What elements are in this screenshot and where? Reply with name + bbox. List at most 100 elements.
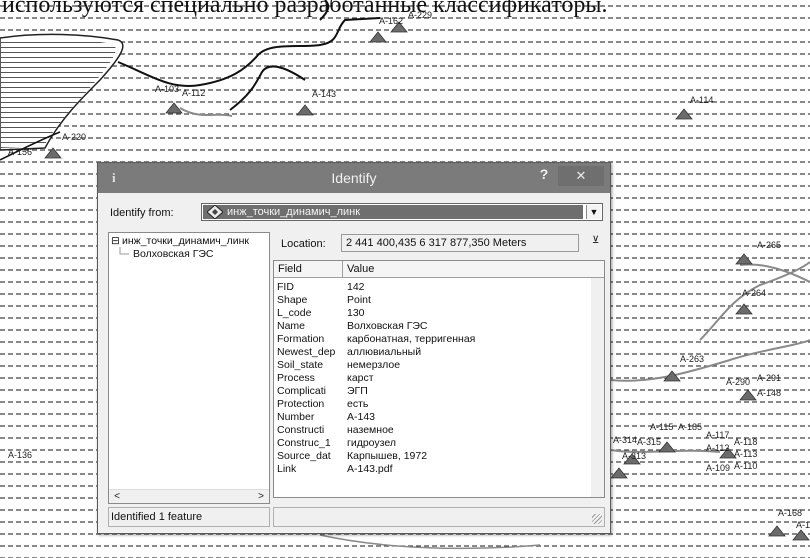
field-name: L_code bbox=[277, 307, 312, 319]
column-header-value[interactable]: Value bbox=[347, 263, 374, 275]
field-name: Name bbox=[277, 320, 306, 332]
identify-from-dropdown[interactable]: инж_точки_динамич_линк ▼ bbox=[201, 203, 603, 221]
identify-dialog: i Identify ? ✕ Identify from: инж_точки_… bbox=[97, 162, 611, 534]
scroll-left-icon[interactable]: < bbox=[109, 490, 125, 504]
table-row[interactable]: Number А-143 bbox=[274, 411, 604, 424]
field-value: А-143 bbox=[347, 411, 376, 423]
tree-horizontal-scrollbar[interactable]: < > bbox=[109, 489, 269, 503]
identify-from-label: Identify from: bbox=[110, 207, 174, 219]
close-button[interactable]: ✕ bbox=[558, 166, 604, 186]
point-label: А-112 bbox=[706, 443, 730, 453]
field-value: Карпышев, 1972 bbox=[347, 450, 428, 462]
field-value: 130 bbox=[347, 307, 365, 319]
field-value: немерзлое bbox=[347, 359, 401, 371]
point-label: А-110 bbox=[734, 461, 758, 471]
field-value: карст bbox=[347, 372, 374, 384]
dialog-titlebar[interactable]: i Identify ? ✕ bbox=[98, 163, 610, 193]
column-header-field[interactable]: Field bbox=[278, 263, 302, 275]
table-row[interactable]: Process карст bbox=[274, 372, 604, 385]
field-value: 142 bbox=[347, 281, 365, 293]
point-label: А-156 bbox=[8, 147, 33, 157]
point-label: А-314 bbox=[613, 435, 638, 445]
point-label: А-265 bbox=[757, 240, 782, 250]
field-name: Complicati bbox=[277, 385, 327, 397]
table-row[interactable]: Newest_dep аллювиальный bbox=[274, 346, 604, 359]
field-name: Link bbox=[277, 463, 297, 475]
table-row[interactable]: Formation карбонатная, терригенная bbox=[274, 333, 604, 346]
table-row[interactable]: Soil_state немерзлое bbox=[274, 359, 604, 372]
point-label: А-263 bbox=[680, 354, 705, 364]
point-label: А-114 bbox=[690, 95, 714, 105]
resize-grip-icon[interactable] bbox=[592, 514, 602, 524]
point-label: А-185 bbox=[678, 422, 703, 432]
column-divider[interactable] bbox=[342, 261, 343, 278]
point-label: А-117 bbox=[706, 430, 730, 440]
field-name: Newest_dep bbox=[277, 346, 336, 358]
field-value: наземное bbox=[347, 424, 394, 436]
point-label: А-113 bbox=[734, 449, 758, 459]
point-label: А-109 bbox=[706, 463, 731, 473]
field-value: гидроузел bbox=[347, 437, 396, 449]
document-caption: используются специально разработанные кл… bbox=[2, 0, 608, 18]
attributes-table: Field Value FID 142 Shape Point L_code 130 … bbox=[273, 260, 605, 498]
point-label: А-118 bbox=[734, 437, 758, 447]
point-label: А-103 bbox=[155, 84, 180, 94]
field-name: Construc_1 bbox=[277, 437, 331, 449]
location-menu-icon[interactable]: ⊻ bbox=[592, 235, 599, 246]
field-value: аллювиальный bbox=[347, 346, 422, 358]
point-label: А-162 bbox=[379, 16, 404, 26]
tree-expand-icon[interactable]: ⊟ bbox=[111, 235, 120, 247]
field-value: есть bbox=[347, 398, 369, 410]
table-row[interactable]: FID 142 bbox=[274, 281, 604, 294]
table-row[interactable]: L_code 130 bbox=[274, 307, 604, 320]
help-button[interactable]: ? bbox=[534, 166, 554, 188]
chevron-down-icon[interactable]: ▼ bbox=[586, 205, 601, 219]
table-row[interactable]: Construc_1 гидроузел bbox=[274, 437, 604, 450]
point-label: А-229 bbox=[408, 10, 433, 20]
identify-from-value: инж_точки_динамич_линк bbox=[227, 206, 361, 218]
layer-diamond-icon bbox=[207, 205, 223, 219]
point-label: А-290 bbox=[726, 377, 751, 387]
point-label: А-168 bbox=[778, 508, 803, 518]
field-name: Shape bbox=[277, 294, 308, 306]
point-label: А-112 bbox=[182, 88, 206, 98]
point-label: А-115 bbox=[650, 422, 674, 432]
point-label: А-291 bbox=[757, 373, 782, 383]
field-name: FID bbox=[277, 281, 294, 293]
tree-layer-node[interactable]: инж_точки_динамич_линк bbox=[122, 235, 249, 247]
field-value: карбонатная, терригенная bbox=[347, 333, 476, 345]
location-label: Location: bbox=[281, 238, 326, 250]
results-tree[interactable]: ⊟ инж_точки_динамич_линк Волховская ГЭС … bbox=[108, 232, 270, 504]
scroll-right-icon[interactable]: > bbox=[253, 490, 269, 504]
table-vertical-scrollbar[interactable] bbox=[591, 278, 604, 497]
field-name: Number bbox=[277, 411, 315, 423]
status-text: Identified 1 feature bbox=[108, 507, 270, 527]
table-row[interactable]: Complicati ЭГП bbox=[274, 385, 604, 398]
table-row[interactable]: Source_dat Карпышев, 1972 bbox=[274, 450, 604, 463]
field-value: ЭГП bbox=[347, 385, 368, 397]
field-name: Formation bbox=[277, 333, 325, 345]
point-label: А-148 bbox=[757, 388, 782, 398]
point-label: А-136 bbox=[8, 450, 33, 460]
field-name: Source_dat bbox=[277, 450, 331, 462]
table-row[interactable]: Constructi наземное bbox=[274, 424, 604, 437]
point-label: А-315 bbox=[637, 437, 662, 447]
point-label: А-313 bbox=[622, 451, 647, 461]
field-name: Process bbox=[277, 372, 315, 384]
table-row[interactable]: Name Волховская ГЭС bbox=[274, 320, 604, 333]
dropdown-selection: инж_точки_динамич_линк bbox=[203, 205, 583, 219]
detail-strip bbox=[273, 507, 605, 527]
table-row[interactable]: Link А-143.pdf bbox=[274, 463, 604, 476]
point-label: А-1 bbox=[796, 520, 810, 530]
field-name: Protection bbox=[277, 398, 325, 410]
table-row[interactable]: Shape Point bbox=[274, 294, 604, 307]
table-row[interactable]: Protection есть bbox=[274, 398, 604, 411]
field-value: Волховская ГЭС bbox=[347, 320, 428, 332]
tree-feature-node[interactable]: Волховская ГЭС bbox=[133, 248, 214, 260]
location-value: 2 441 400,435 6 317 877,350 Meters bbox=[341, 234, 579, 252]
field-name: Soil_state bbox=[277, 359, 324, 371]
point-label: А-264 bbox=[742, 288, 767, 298]
tree-connector-icon bbox=[119, 247, 129, 255]
field-name: Constructi bbox=[277, 424, 325, 436]
table-header: Field Value bbox=[274, 261, 604, 278]
